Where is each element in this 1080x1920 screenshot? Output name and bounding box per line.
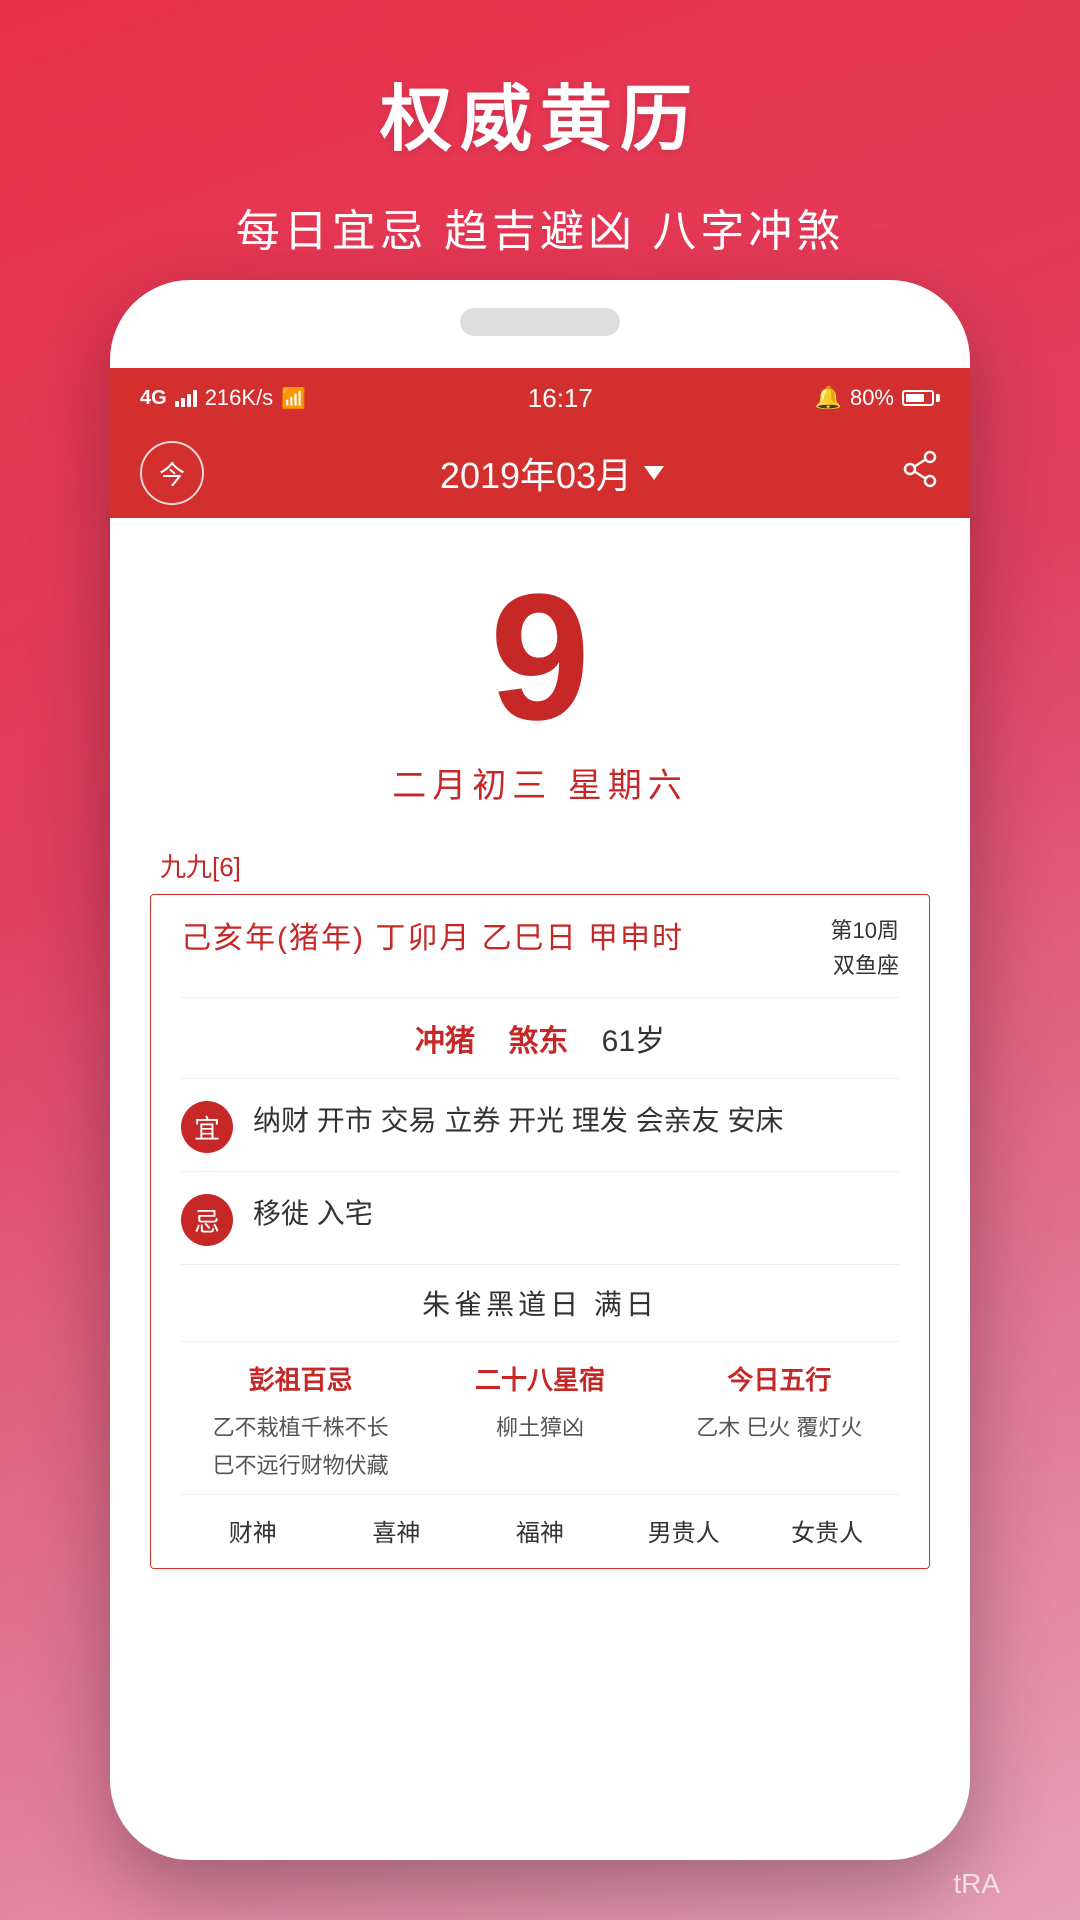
- today-label: 今: [159, 455, 185, 492]
- ji-badge: 忌: [181, 1194, 233, 1246]
- shen-caisheng: 财神: [181, 1513, 325, 1548]
- shen-row: 财神 喜神 福神 男贵人 女贵人: [181, 1495, 899, 1548]
- wuxing-col: 今日五行 乙木 巳火 覆灯火: [660, 1360, 899, 1484]
- signal-bars-icon: [175, 389, 197, 407]
- app-header: 今 2019年03月: [110, 428, 970, 518]
- phone-speaker: [460, 308, 620, 336]
- pengzu-title: 彭祖百忌: [181, 1360, 420, 1397]
- today-button[interactable]: 今: [140, 441, 204, 505]
- star-value: 柳土獐凶: [420, 1409, 659, 1446]
- yi-text: 纳财 开市 交易 立券 开光 理发 会亲友 安床: [253, 1097, 899, 1145]
- shen-fusheng: 福神: [468, 1513, 612, 1548]
- chong-row: 冲猪 煞东 61岁: [181, 998, 899, 1079]
- month-text: 2019年03月: [440, 447, 632, 499]
- phone-mockup: 4G 216K/s 📶 16:17 🔔 80% 今: [110, 280, 970, 1860]
- ganzhi-main-text: 己亥年(猪年) 丁卯月 乙巳日 甲申时: [181, 913, 684, 957]
- shen-nanguiren: 男贵人: [612, 1513, 756, 1548]
- shen-nvguiren: 女贵人: [755, 1513, 899, 1548]
- pengzu-line1: 乙不栽植千株不长: [181, 1409, 420, 1446]
- ganzhi-row: 己亥年(猪年) 丁卯月 乙巳日 甲申时 第10周 双鱼座: [181, 895, 899, 998]
- battery-percent: 80%: [850, 385, 894, 411]
- alarm-icon: 🔔: [815, 385, 842, 411]
- date-number: 9: [150, 568, 930, 748]
- yi-badge-label: 宜: [194, 1109, 220, 1146]
- network-speed: 216K/s: [205, 385, 274, 411]
- date-lunar: 二月初三 星期六: [150, 758, 930, 807]
- dropdown-arrow-icon: [644, 466, 664, 480]
- share-button[interactable]: [900, 449, 940, 498]
- black-day-label: 朱雀黑道日 满日: [181, 1265, 899, 1342]
- star-col: 二十八星宿 柳土獐凶: [420, 1360, 659, 1484]
- promo-title: 权威黄历: [40, 60, 1040, 165]
- promo-subtitle: 每日宜忌 趋吉避凶 八字冲煞: [40, 195, 1040, 259]
- pengzu-line2: 巳不远行财物伏藏: [181, 1447, 420, 1484]
- wuxing-title: 今日五行: [660, 1360, 899, 1397]
- network-type: 4G: [140, 387, 167, 410]
- yi-row: 宜 纳财 开市 交易 立券 开光 理发 会亲友 安床: [181, 1079, 899, 1172]
- pengzu-col: 彭祖百忌 乙不栽植千株不长 巳不远行财物伏藏: [181, 1360, 420, 1484]
- wifi-icon: 📶: [281, 386, 306, 411]
- star-title: 二十八星宿: [420, 1360, 659, 1397]
- ji-badge-label: 忌: [194, 1202, 220, 1239]
- calendar-content: 9 二月初三 星期六 九九[6] 己亥年(猪年) 丁卯月 乙巳日 甲申时 第10…: [110, 518, 970, 1599]
- nine-nine-label: 九九[6]: [150, 847, 930, 884]
- chong-age: 61岁: [602, 1025, 665, 1058]
- status-time: 16:17: [528, 383, 593, 414]
- status-right: 🔔 80%: [815, 385, 940, 411]
- ji-row: 忌 移徙 入宅: [181, 1172, 899, 1265]
- chong-label1: 冲猪: [415, 1025, 475, 1058]
- wuxing-value: 乙木 巳火 覆灯火: [660, 1409, 899, 1446]
- yi-badge: 宜: [181, 1101, 233, 1153]
- chong-label2: 煞东: [508, 1025, 568, 1058]
- ganzhi-zodiac: 双鱼座: [831, 948, 899, 983]
- bottom-info-section: 彭祖百忌 乙不栽植千株不长 巳不远行财物伏藏 二十八星宿 柳土獐凶 今日五行 乙…: [181, 1342, 899, 1495]
- info-card: 己亥年(猪年) 丁卯月 乙巳日 甲申时 第10周 双鱼座 冲猪 煞东 61岁 宜: [150, 894, 930, 1569]
- ji-text: 移徙 入宅: [253, 1190, 899, 1238]
- month-selector[interactable]: 2019年03月: [440, 447, 664, 499]
- status-left: 4G 216K/s 📶: [140, 385, 306, 411]
- shen-xisheng: 喜神: [325, 1513, 469, 1548]
- watermark: tRA: [953, 1868, 1000, 1900]
- ganzhi-side-info: 第10周 双鱼座: [831, 913, 899, 983]
- battery-icon: [902, 390, 940, 406]
- status-bar: 4G 216K/s 📶 16:17 🔔 80%: [110, 368, 970, 428]
- ganzhi-week: 第10周: [831, 913, 899, 948]
